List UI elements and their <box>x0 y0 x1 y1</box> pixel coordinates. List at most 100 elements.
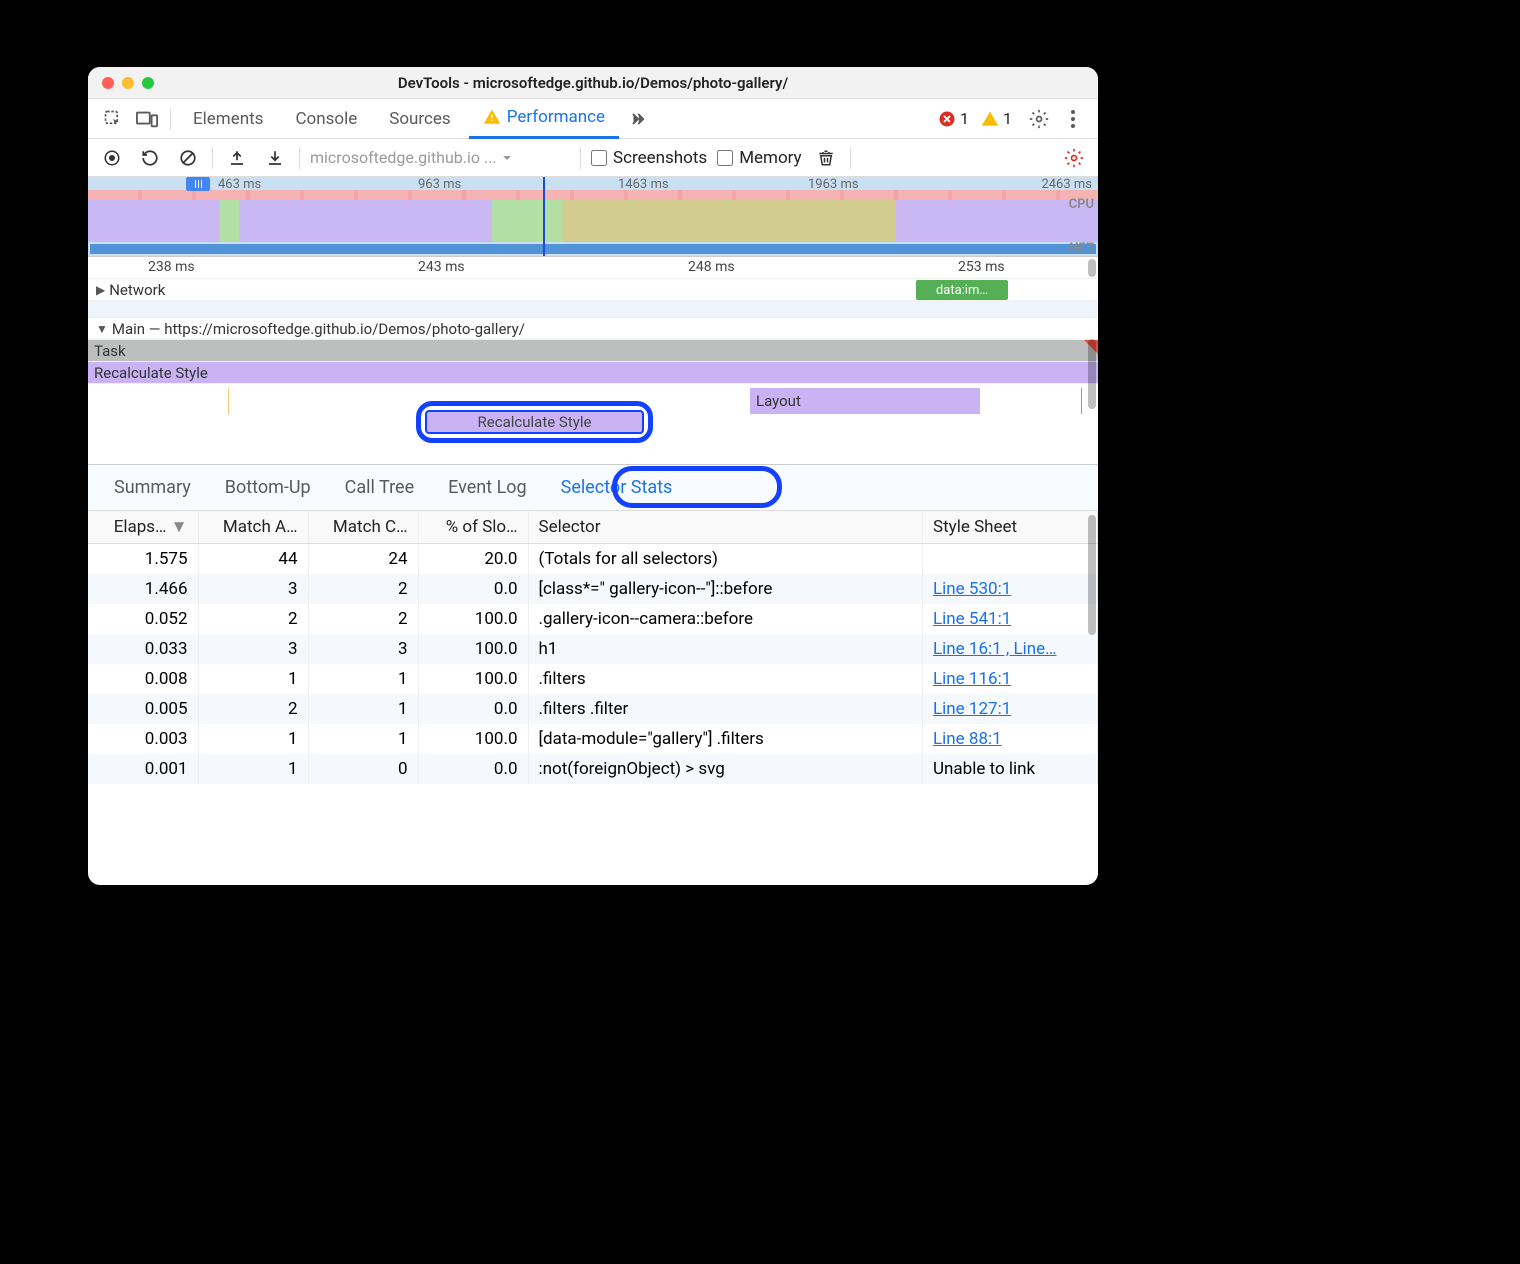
save-profile-icon[interactable] <box>261 144 289 172</box>
table-scroll-thumb[interactable] <box>1088 515 1096 635</box>
col-selector[interactable]: Selector <box>528 511 923 544</box>
table-row[interactable]: 1.466320.0[class*=" gallery-icon--"]::be… <box>88 574 1098 604</box>
col-pct-slow[interactable]: % of Slo… <box>418 511 528 544</box>
close-button[interactable] <box>102 77 114 89</box>
table-row[interactable]: 0.005210.0.filters .filterLine 127:1 <box>88 694 1098 724</box>
table-row[interactable]: 0.00811100.0.filtersLine 116:1 <box>88 664 1098 694</box>
flame-main-row[interactable]: ▼ Main — https://microsoftedge.github.io… <box>88 318 1098 340</box>
overview-tick: 1463 ms <box>618 177 669 192</box>
cell-elapsed: 0.003 <box>88 724 198 754</box>
cell-stylesheet[interactable]: Line 541:1 <box>923 604 1098 634</box>
tab-elements[interactable]: Elements <box>179 99 277 139</box>
col-match-count[interactable]: Match C… <box>308 511 418 544</box>
tab-console[interactable]: Console <box>281 99 371 139</box>
stylesheet-link[interactable]: Line 127:1 <box>933 699 1011 719</box>
subtab-call-tree[interactable]: Call Tree <box>331 471 428 504</box>
cell-match-attempt: 3 <box>198 634 308 664</box>
minimize-button[interactable] <box>122 77 134 89</box>
cell-elapsed: 1.575 <box>88 544 198 575</box>
subtab-selector-stats[interactable]: Selector Stats <box>547 471 687 504</box>
stylesheet-link[interactable]: Line 88:1 <box>933 729 1002 749</box>
cell-match-count: 1 <box>308 694 418 724</box>
capture-settings-icon[interactable] <box>1060 144 1088 172</box>
screenshots-checkbox-input[interactable] <box>591 150 607 166</box>
cell-match-count: 1 <box>308 724 418 754</box>
site-dropdown-label: microsoftedge.github.io ... <box>310 148 497 167</box>
flamechart[interactable]: ▶ Network data:im… ▼ Main — https://micr… <box>88 279 1098 465</box>
error-count-badge[interactable]: 1 <box>938 109 969 128</box>
reload-icon[interactable] <box>136 144 164 172</box>
cell-match-attempt: 3 <box>198 574 308 604</box>
warning-icon <box>981 110 999 128</box>
more-icon[interactable] <box>1058 104 1088 134</box>
divider <box>212 147 213 169</box>
flame-marker <box>228 388 229 414</box>
cell-stylesheet[interactable]: Line 116:1 <box>923 664 1098 694</box>
collect-garbage-icon[interactable] <box>812 144 840 172</box>
error-icon <box>938 110 956 128</box>
stylesheet-link[interactable]: Line 530:1 <box>933 579 1011 599</box>
table-row[interactable]: 0.001100.0:not(foreignObject) > svgUnabl… <box>88 754 1098 784</box>
table-row[interactable]: 0.05222100.0.gallery-icon--camera::befor… <box>88 604 1098 634</box>
col-stylesheet[interactable]: Style Sheet <box>923 511 1098 544</box>
more-tabs-icon[interactable] <box>623 104 653 134</box>
overview-net-bar2 <box>858 248 1058 254</box>
screenshots-label: Screenshots <box>613 148 707 168</box>
cell-match-count: 2 <box>308 604 418 634</box>
timeline-overview[interactable]: 463 ms 963 ms 1463 ms 1963 ms 2463 ms CP… <box>88 177 1098 257</box>
tab-performance[interactable]: Performance <box>469 99 619 139</box>
col-match-attempt[interactable]: Match A… <box>198 511 308 544</box>
overview-scrubber[interactable] <box>543 177 545 256</box>
expand-icon[interactable]: ▶ <box>96 283 105 297</box>
cell-stylesheet[interactable]: Line 16:1 , Line… <box>923 634 1098 664</box>
flame-network-row[interactable]: ▶ Network data:im… <box>88 279 1098 301</box>
subtab-bottom-up[interactable]: Bottom-Up <box>211 471 325 504</box>
cell-match-attempt: 2 <box>198 694 308 724</box>
flame-scroll-thumb[interactable] <box>1088 339 1096 409</box>
flame-network-item[interactable]: data:im… <box>916 280 1008 300</box>
device-toolbar-icon[interactable] <box>132 104 162 134</box>
record-icon[interactable] <box>98 144 126 172</box>
error-count: 1 <box>960 109 969 128</box>
memory-checkbox[interactable]: Memory <box>717 148 801 168</box>
cell-stylesheet[interactable]: Line 88:1 <box>923 724 1098 754</box>
subtab-summary[interactable]: Summary <box>100 471 205 504</box>
tab-sources[interactable]: Sources <box>375 99 464 139</box>
zoom-button[interactable] <box>142 77 154 89</box>
cell-stylesheet[interactable]: Line 127:1 <box>923 694 1098 724</box>
cell-selector: [class*=" gallery-icon--"]::before <box>528 574 923 604</box>
settings-icon[interactable] <box>1024 104 1054 134</box>
flame-task-label: Task <box>88 342 126 360</box>
table-row[interactable]: 0.00311100.0[data-module="gallery"] .fil… <box>88 724 1098 754</box>
flame-layout-bar[interactable]: Layout <box>750 388 980 414</box>
warning-count-badge[interactable]: 1 <box>981 109 1012 128</box>
cell-elapsed: 0.052 <box>88 604 198 634</box>
overview-tick: 463 ms <box>218 177 261 192</box>
table-row[interactable]: 0.03333100.0h1Line 16:1 , Line… <box>88 634 1098 664</box>
selector-stats-table[interactable]: Elaps… ▼ Match A… Match C… % of Slo… Sel… <box>88 511 1098 885</box>
cell-match-count: 0 <box>308 754 418 784</box>
stylesheet-link[interactable]: Line 541:1 <box>933 609 1011 629</box>
load-profile-icon[interactable] <box>223 144 251 172</box>
inspect-icon[interactable] <box>98 104 128 134</box>
overview-selection-handle[interactable] <box>186 177 210 191</box>
table-row[interactable]: 1.575442420.0(Totals for all selectors) <box>88 544 1098 575</box>
flame-recalc-bar[interactable]: Recalculate Style <box>88 362 1098 384</box>
stylesheet-link[interactable]: Line 116:1 <box>933 669 1011 689</box>
stylesheet-link[interactable]: Line 16:1 , Line… <box>933 639 1057 659</box>
cell-match-attempt: 1 <box>198 754 308 784</box>
performance-toolbar: microsoftedge.github.io ... Screenshots … <box>88 139 1098 177</box>
cell-stylesheet[interactable]: Line 530:1 <box>923 574 1098 604</box>
ruler-scroll-thumb[interactable] <box>1088 259 1096 277</box>
cell-elapsed: 0.008 <box>88 664 198 694</box>
memory-checkbox-input[interactable] <box>717 150 733 166</box>
flame-spacer-row <box>88 301 1098 318</box>
screenshots-checkbox[interactable]: Screenshots <box>591 148 707 168</box>
flame-task-bar[interactable]: Task <box>88 340 1098 362</box>
subtab-event-log[interactable]: Event Log <box>434 471 541 504</box>
col-elapsed[interactable]: Elaps… ▼ <box>88 511 198 544</box>
collapse-icon[interactable]: ▼ <box>96 322 108 336</box>
clear-icon[interactable] <box>174 144 202 172</box>
cell-pct-slow: 100.0 <box>418 604 528 634</box>
site-dropdown[interactable]: microsoftedge.github.io ... <box>310 148 570 167</box>
